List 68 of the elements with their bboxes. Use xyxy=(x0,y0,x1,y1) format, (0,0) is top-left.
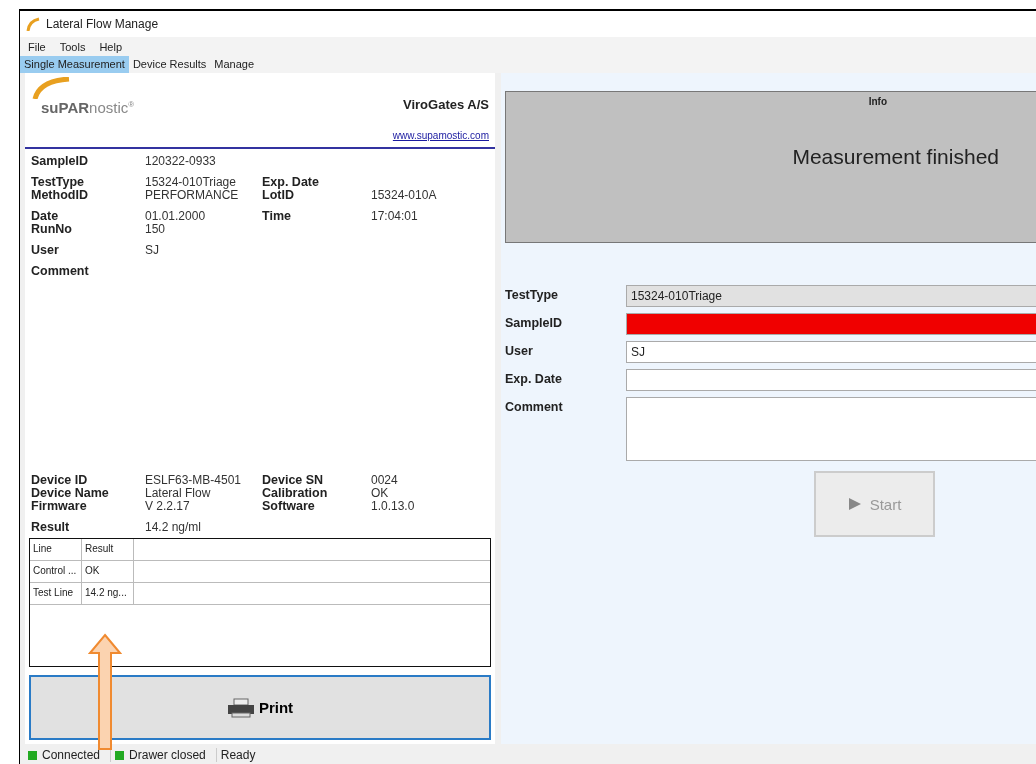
field-value: SJ xyxy=(145,244,160,257)
field-value: 0024 xyxy=(371,474,399,487)
comment-field[interactable] xyxy=(626,397,1036,461)
column-header: Line xyxy=(30,539,82,560)
logo-arc-icon xyxy=(31,77,71,99)
table-cell: OK xyxy=(82,561,134,582)
field-label: User xyxy=(505,343,534,358)
field-label: Time xyxy=(262,210,292,223)
field-label: Device Name xyxy=(31,487,110,500)
field-label: TestType xyxy=(31,176,85,189)
input-field[interactable] xyxy=(626,313,1036,335)
field-label: SampleID xyxy=(505,315,563,330)
field-label: Comment xyxy=(31,265,90,278)
field-value: 1.0.13.0 xyxy=(371,500,416,513)
field-label: Device SN xyxy=(262,474,325,487)
input-field[interactable] xyxy=(626,369,1036,391)
field-value: 01.01.2000 xyxy=(145,210,207,223)
field-label: Result xyxy=(31,521,71,534)
info-title: Info xyxy=(868,96,887,107)
tab[interactable]: Device Results xyxy=(128,56,211,73)
status-text: Connected xyxy=(42,748,101,762)
field-label: Software xyxy=(262,500,316,513)
field-value: 17:04:01 xyxy=(371,210,419,223)
field-label: Date xyxy=(31,210,60,223)
tab[interactable]: Single Measurement xyxy=(20,56,129,73)
field-value: 150 xyxy=(145,223,167,236)
brand-logo: suPARnostic$^{®}$ xyxy=(41,99,135,116)
field-value: PERFORMANCE xyxy=(145,189,240,202)
printer-icon xyxy=(226,697,255,718)
field-label: TestType xyxy=(505,287,560,302)
field-value: 14.2 ng/ml xyxy=(145,521,203,534)
menu-item[interactable]: Tools xyxy=(59,40,86,53)
website-link[interactable]: www.supamostic.com xyxy=(392,130,489,141)
window-title: Lateral Flow Manage xyxy=(46,17,159,31)
field-label: Firmware xyxy=(31,500,88,513)
table-cell: Test Line xyxy=(30,583,82,604)
menu-item[interactable]: Help xyxy=(99,40,123,53)
field-value: 120322-0933 xyxy=(145,155,217,168)
field-value: 15324-010A xyxy=(371,189,438,202)
field-value: ESLF63-MB-4501 xyxy=(145,474,243,487)
field-label: Device ID xyxy=(31,474,89,487)
field-label: RunNo xyxy=(31,223,73,236)
play-icon xyxy=(847,497,862,511)
menu-item[interactable]: File xyxy=(28,40,46,53)
print-button[interactable]: Print xyxy=(29,675,491,740)
company-name: ViroGates A/S xyxy=(403,97,489,112)
field-label: Comment xyxy=(505,399,564,414)
field-label: Exp. Date xyxy=(262,176,320,189)
field-value: V 2.2.17 xyxy=(145,500,191,513)
field-label: Exp. Date xyxy=(505,371,563,386)
field-label: User xyxy=(31,244,60,257)
field-value: OK xyxy=(371,487,390,500)
table-cell: 14.2 ng... xyxy=(82,583,134,604)
column-header: Result xyxy=(82,539,134,560)
info-message: Measurement finished xyxy=(792,145,999,169)
field-label: SampleID xyxy=(31,155,89,168)
field-label: Calibration xyxy=(262,487,329,500)
app-logo-icon xyxy=(26,17,40,31)
field-label: LotID xyxy=(262,189,295,202)
table-cell: Control ... xyxy=(30,561,82,582)
status-text: Ready xyxy=(220,748,256,762)
field-label: MethodID xyxy=(31,189,89,202)
status-text: Drawer closed xyxy=(129,748,206,762)
input-field[interactable]: 15324-010Triage xyxy=(626,285,1036,307)
tab[interactable]: Manage xyxy=(210,56,258,73)
field-value: Lateral Flow xyxy=(145,487,212,500)
input-field[interactable]: SJ xyxy=(626,341,1036,363)
field-value: 15324-010Triage xyxy=(145,176,237,189)
